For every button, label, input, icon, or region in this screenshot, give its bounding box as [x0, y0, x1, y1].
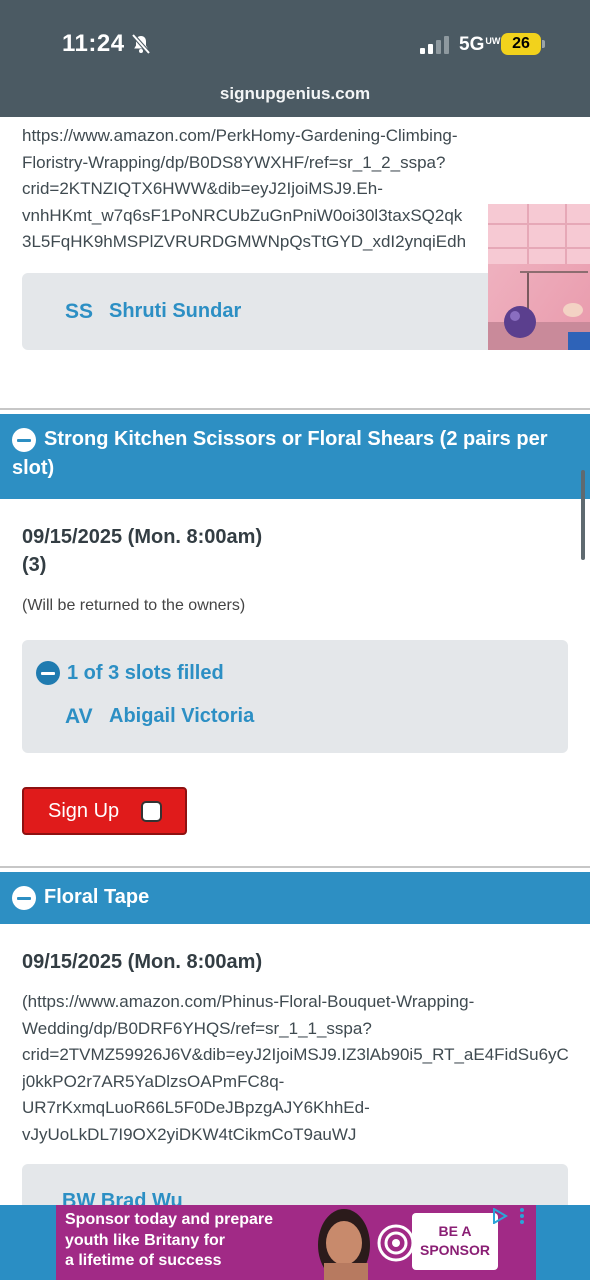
slot-date: 09/15/2025 (Mon. 8:00am) — [22, 526, 263, 548]
filled-slots-card: 1 of 3 slots filled AV Abigail Victoria — [22, 640, 568, 753]
scrollbar[interactable] — [581, 470, 585, 560]
section-header-scissors[interactable]: Strong Kitchen Scissors or Floral Shears… — [0, 408, 590, 499]
url-line: vJyUoLkDL7I9OX2yiDKW4tCikmCoT9auWJ — [22, 1124, 357, 1144]
video-thumbnail[interactable] — [488, 204, 590, 350]
url-line: j0kkPO2r7AR5YaDlzsOAPmFC8q- — [22, 1071, 285, 1091]
url-line: (https://www.amazon.com/Phinus-Floral-Bo… — [22, 992, 475, 1011]
ad-cta-line: BE A — [438, 1223, 472, 1239]
url-line: crid=2KTNZIQTX6HWW&dib=eyJ2IjoiMSJ9.Eh- — [22, 179, 383, 198]
network-subtype: UW — [485, 36, 501, 46]
ad-choices-icon[interactable] — [492, 1208, 508, 1224]
be-a-sponsor-button[interactable]: BE A SPONSOR — [412, 1213, 498, 1270]
network-type: 5G — [459, 34, 485, 55]
signer-card: SS Shruti Sundar — [22, 273, 568, 350]
section-header-floral-tape[interactable]: Floral Tape — [0, 866, 590, 924]
slot-date: 09/15/2025 (Mon. 8:00am) — [22, 951, 263, 973]
section-title: Strong Kitchen Scissors or Floral Shears… — [12, 425, 587, 483]
ad-photo — [296, 1205, 416, 1280]
avatar: AV — [65, 705, 93, 728]
signer-name-partial[interactable]: BW Brad Wu — [62, 1190, 183, 1205]
browser-header: 11:24 5GUW 26 signupgenius.com — [0, 0, 590, 117]
sponsor-ad[interactable]: Sponsor today and prepare youth like Bri… — [56, 1205, 536, 1280]
ad-text-line: youth like Britany for — [65, 1231, 226, 1249]
section-divider — [0, 866, 590, 868]
battery-level: 26 — [501, 33, 541, 55]
url-line: Floristry-Wrapping/dp/B0DS8YWXHF/ref=sr_… — [22, 152, 446, 172]
url-line: Wedding/dp/B0DRF6YHQS/ref=sr_1_1_sspa? — [22, 1018, 372, 1038]
slot-note: (Will be returned to the owners) — [22, 597, 246, 614]
sign-up-button[interactable]: Sign Up — [22, 787, 187, 835]
url-line: UR7rKxmqLuoR66L5F0DeJBpzgAJY6KhhEd- — [22, 1098, 370, 1117]
battery-tip-icon — [542, 40, 545, 48]
section-title-line1: Strong Kitchen Scissors or Floral Shears… — [44, 428, 548, 450]
signer-name[interactable]: Abigail Victoria — [109, 705, 254, 728]
bell-slash-icon — [131, 33, 151, 55]
avatar: SS — [65, 300, 94, 323]
url-line: crid=2TVMZ59926J6V&dib=eyJ2IjoiMSJ9.IZ3l… — [22, 1045, 569, 1064]
sign-up-label: Sign Up — [48, 800, 120, 822]
signer-name[interactable]: Shruti Sundar — [109, 300, 241, 323]
url-line: https://www.amazon.com/PerkHomy-Gardenin… — [22, 126, 458, 145]
collapse-filled-icon[interactable] — [36, 661, 60, 685]
item-link-text[interactable]: (https://www.amazon.com/Phinus-Floral-Bo… — [22, 989, 590, 1148]
ad-cta-line: SPONSOR — [419, 1242, 490, 1258]
ad-menu-icon[interactable] — [519, 1207, 525, 1225]
sign-up-checkbox[interactable] — [141, 801, 162, 822]
network-indicator: 5GUW — [459, 34, 500, 56]
collapse-icon[interactable] — [12, 886, 36, 910]
browser-domain[interactable]: signupgenius.com — [0, 84, 590, 104]
status-time: 11:24 — [62, 30, 125, 57]
section-title: Floral Tape — [44, 886, 150, 908]
filled-slots-label[interactable]: 1 of 3 slots filled — [67, 662, 224, 685]
section-divider — [0, 408, 590, 410]
section-title-line2: slot) — [12, 457, 55, 479]
ad-text: Sponsor today and prepare youth like Bri… — [65, 1210, 325, 1272]
ad-text-line: Sponsor today and prepare — [65, 1211, 274, 1228]
ad-text-line: a lifetime of success — [65, 1252, 222, 1269]
signer-card: BW Brad Wu — [22, 1164, 568, 1205]
cellular-signal-icon — [420, 36, 449, 54]
slot-quantity: (3) — [22, 554, 47, 576]
